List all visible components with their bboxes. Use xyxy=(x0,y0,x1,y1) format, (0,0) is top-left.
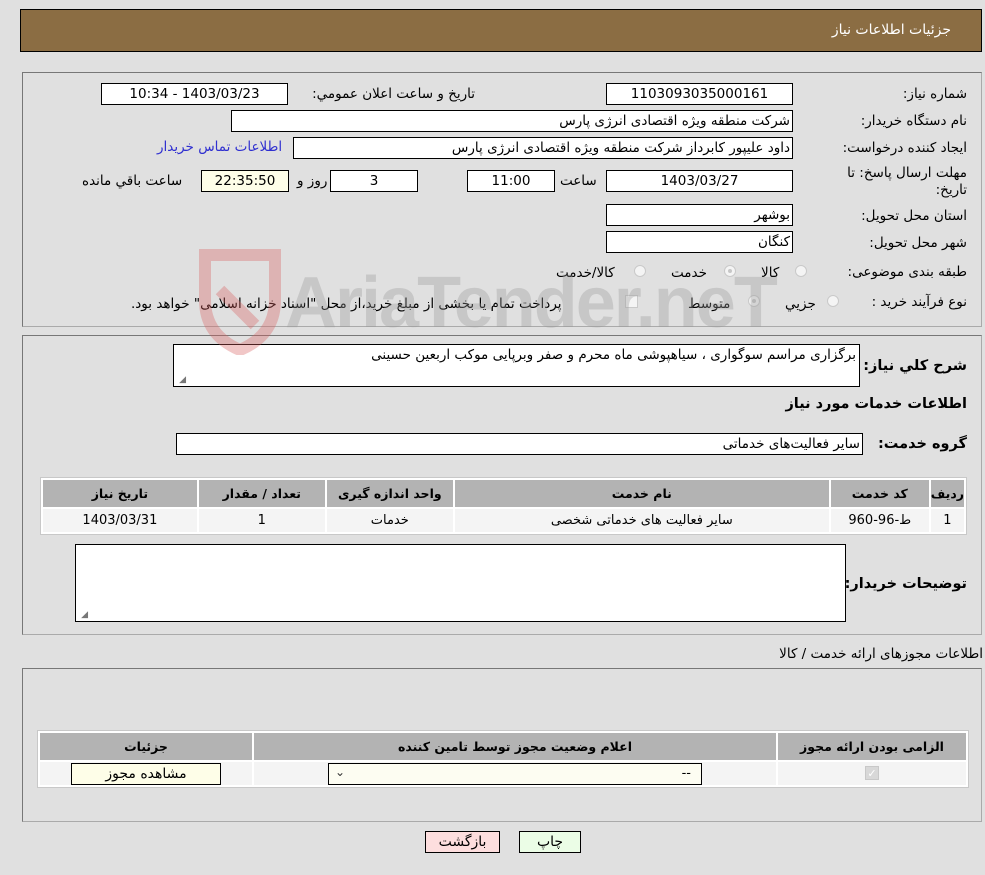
col-quantity: تعداد / مقدار xyxy=(198,480,325,507)
buyer-org-label: نام دستگاه خریدار: xyxy=(860,113,967,129)
services-table-header: ردیف کد خدمت نام خدمت واحد اندازه گیری ت… xyxy=(43,480,964,507)
col-license-status: اعلام وضعیت مجوز توسط تامین کننده xyxy=(254,733,776,760)
col-license-details: جزئیات xyxy=(40,733,252,760)
services-table: ردیف کد خدمت نام خدمت واحد اندازه گیری ت… xyxy=(40,477,967,535)
col-service-name: نام خدمت xyxy=(454,480,829,507)
service-group-field: سایر فعالیت‌های خدماتی xyxy=(176,433,863,455)
announce-date-field: 1403/03/23 - 10:34 xyxy=(101,83,288,105)
buyer-contact-link[interactable]: اطلاعات تماس خریدار xyxy=(157,139,282,155)
back-button[interactable]: بازگشت xyxy=(425,831,500,853)
days-label: روز و xyxy=(297,173,328,189)
licenses-table: الزامی بودن ارائه مجوز اعلام وضعیت مجوز … xyxy=(37,730,969,788)
province-field: بوشهر xyxy=(606,204,793,226)
cell-license-details: مشاهده مجوز xyxy=(40,762,252,785)
process-type-label: نوع فرآیند خرید : xyxy=(871,294,967,310)
category-option-goods: کالا xyxy=(761,265,780,281)
creator-field: داود علیپور کابرداز شرکت منطقه ویژه اقتص… xyxy=(293,137,793,159)
view-license-button[interactable]: مشاهده مجوز xyxy=(71,762,221,785)
description-label: شرح کلي نیاز: xyxy=(863,358,967,374)
page-header: جزئیات اطلاعات نیاز xyxy=(20,9,982,52)
days-remaining-field: 3 xyxy=(330,170,418,192)
cell-service-name: سایر فعالیت های خدماتی شخصی xyxy=(454,509,829,532)
services-section-title: اطلاعات خدمات مورد نیاز xyxy=(785,396,967,412)
deadline-time-label: ساعت xyxy=(560,173,597,189)
licenses-section-title: اطلاعات مجوزهای ارائه خدمت / کالا xyxy=(779,646,983,662)
service-group-label: گروه خدمت: xyxy=(877,436,967,452)
time-remaining-label: ساعت باقي مانده xyxy=(82,173,183,189)
col-unit: واحد اندازه گیری xyxy=(326,480,453,507)
announce-date-label: تاریخ و ساعت اعلان عمومي: xyxy=(312,86,475,102)
cell-row: 1 xyxy=(930,509,964,532)
category-label: طبقه بندی موضوعی: xyxy=(847,264,967,280)
category-option-goods-service: کالا/خدمت xyxy=(556,265,615,281)
city-field: کنگان xyxy=(606,231,793,253)
description-text: برگزاری مراسم سوگواری ، سیاهپوشی ماه محر… xyxy=(371,347,856,363)
deadline-time-field: 11:00 xyxy=(467,170,555,192)
table-row: 1 ط-96-960 سایر فعالیت های خدماتی شخصی خ… xyxy=(43,509,964,532)
cell-service-code: ط-96-960 xyxy=(830,509,929,532)
col-service-code: کد خدمت xyxy=(830,480,929,507)
need-number-field: 1103093035000161 xyxy=(606,83,793,105)
time-remaining-field: 22:35:50 xyxy=(201,170,289,192)
city-label: شهر محل تحویل: xyxy=(869,235,967,251)
deadline-label: مهلت ارسال پاسخ: تا تاریخ: xyxy=(847,165,967,198)
buyer-org-field: شرکت منطقه ویژه اقتصادی انرژی پارس xyxy=(231,110,793,132)
licenses-table-header: الزامی بودن ارائه مجوز اعلام وضعیت مجوز … xyxy=(40,733,966,760)
category-option-service: خدمت xyxy=(671,265,707,281)
province-label: استان محل تحویل: xyxy=(861,208,967,224)
cell-need-date: 1403/03/31 xyxy=(43,509,197,532)
process-radio-medium[interactable] xyxy=(748,295,760,307)
col-need-date: تاریخ نیاز xyxy=(43,480,197,507)
cell-unit: خدمات xyxy=(326,509,453,532)
table-row: ✓ -- ⌄ مشاهده مجوز xyxy=(40,762,966,785)
page-title: جزئیات اطلاعات نیاز xyxy=(831,22,951,38)
col-license-required: الزامی بودن ارائه مجوز xyxy=(778,733,966,760)
deadline-date-field: 1403/03/27 xyxy=(606,170,793,192)
buyer-notes-textarea[interactable]: ◢ xyxy=(75,544,846,622)
cell-license-required: ✓ xyxy=(778,762,966,785)
license-status-select[interactable]: -- ⌄ xyxy=(328,762,702,785)
license-status-value: -- xyxy=(681,765,691,781)
category-radio-goods-service[interactable] xyxy=(634,265,646,277)
need-number-label: شماره نیاز: xyxy=(902,86,967,102)
treasury-payment-checkbox[interactable] xyxy=(625,295,638,308)
required-checkbox-checked-icon: ✓ xyxy=(865,766,879,780)
col-row: ردیف xyxy=(930,480,964,507)
chevron-down-icon: ⌄ xyxy=(335,764,346,779)
process-option-minor: جزيي xyxy=(785,296,816,312)
print-button[interactable]: چاپ xyxy=(519,831,581,853)
buyer-notes-label: توضیحات خریدار: xyxy=(844,576,967,592)
cell-quantity: 1 xyxy=(198,509,325,532)
resize-handle-icon[interactable]: ◢ xyxy=(78,610,88,620)
category-radio-service[interactable] xyxy=(724,265,736,277)
process-option-medium: متوسط xyxy=(688,296,731,312)
treasury-payment-note: پرداخت تمام یا بخشی از مبلغ خرید،از محل … xyxy=(131,296,562,312)
process-radio-minor[interactable] xyxy=(827,295,839,307)
cell-license-status: -- ⌄ xyxy=(254,762,776,785)
category-radio-goods[interactable] xyxy=(795,265,807,277)
description-textarea[interactable]: برگزاری مراسم سوگواری ، سیاهپوشی ماه محر… xyxy=(173,344,860,387)
resize-handle-icon[interactable]: ◢ xyxy=(176,375,186,385)
creator-label: ایجاد کننده درخواست: xyxy=(842,140,967,156)
